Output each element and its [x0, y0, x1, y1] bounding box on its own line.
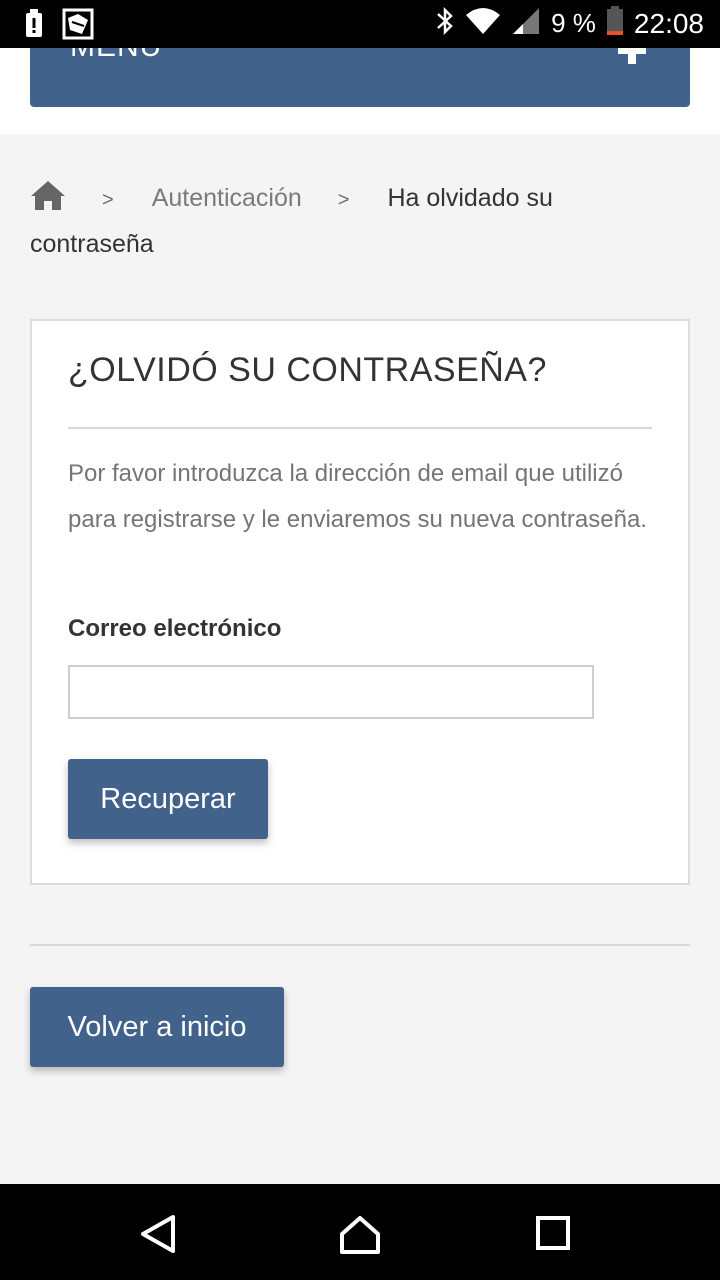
- recents-square-icon[interactable]: [536, 1216, 570, 1255]
- bluetooth-icon: [435, 6, 455, 41]
- back-to-home-button[interactable]: Volver a inicio: [30, 987, 284, 1067]
- app-notification-icon: [62, 8, 94, 45]
- status-bar: 9 % 22:08: [0, 0, 720, 48]
- email-field-label: Correo electrónico: [68, 615, 282, 642]
- breadcrumb-separator: >: [337, 189, 350, 211]
- recover-button[interactable]: Recuperar: [68, 759, 268, 839]
- wifi-icon: [465, 7, 501, 40]
- home-icon[interactable]: [30, 179, 66, 211]
- title-divider: [68, 427, 652, 429]
- menu-bar[interactable]: MENÚ: [30, 48, 690, 107]
- alert-battery-icon: [24, 9, 44, 44]
- battery-percent: 9 %: [551, 8, 596, 38]
- back-triangle-icon[interactable]: [140, 1214, 176, 1259]
- signal-icon: [511, 7, 541, 40]
- breadcrumb-link-autenticacion[interactable]: Autenticación: [152, 184, 302, 212]
- panel-description: Por favor introduzca la dirección de ema…: [68, 460, 647, 533]
- status-time: 22:08: [633, 7, 704, 39]
- forgot-password-panel: ¿OLVIDÓ SU CONTRASEÑA? Por favor introdu…: [30, 319, 690, 885]
- battery-icon: [606, 6, 624, 41]
- home-circle-icon[interactable]: [338, 1212, 382, 1261]
- navigation-bar: [0, 1184, 720, 1280]
- email-field[interactable]: [68, 665, 594, 719]
- breadcrumb-separator: >: [102, 189, 114, 211]
- page-title: ¿OLVIDÓ SU CONTRASEÑA?: [68, 351, 547, 389]
- menu-label: MENÚ: [70, 48, 162, 64]
- plus-icon[interactable]: [618, 48, 646, 69]
- breadcrumb: > Autenticación > Ha olvidado su contraseña: [30, 176, 670, 266]
- page-divider: [30, 944, 690, 946]
